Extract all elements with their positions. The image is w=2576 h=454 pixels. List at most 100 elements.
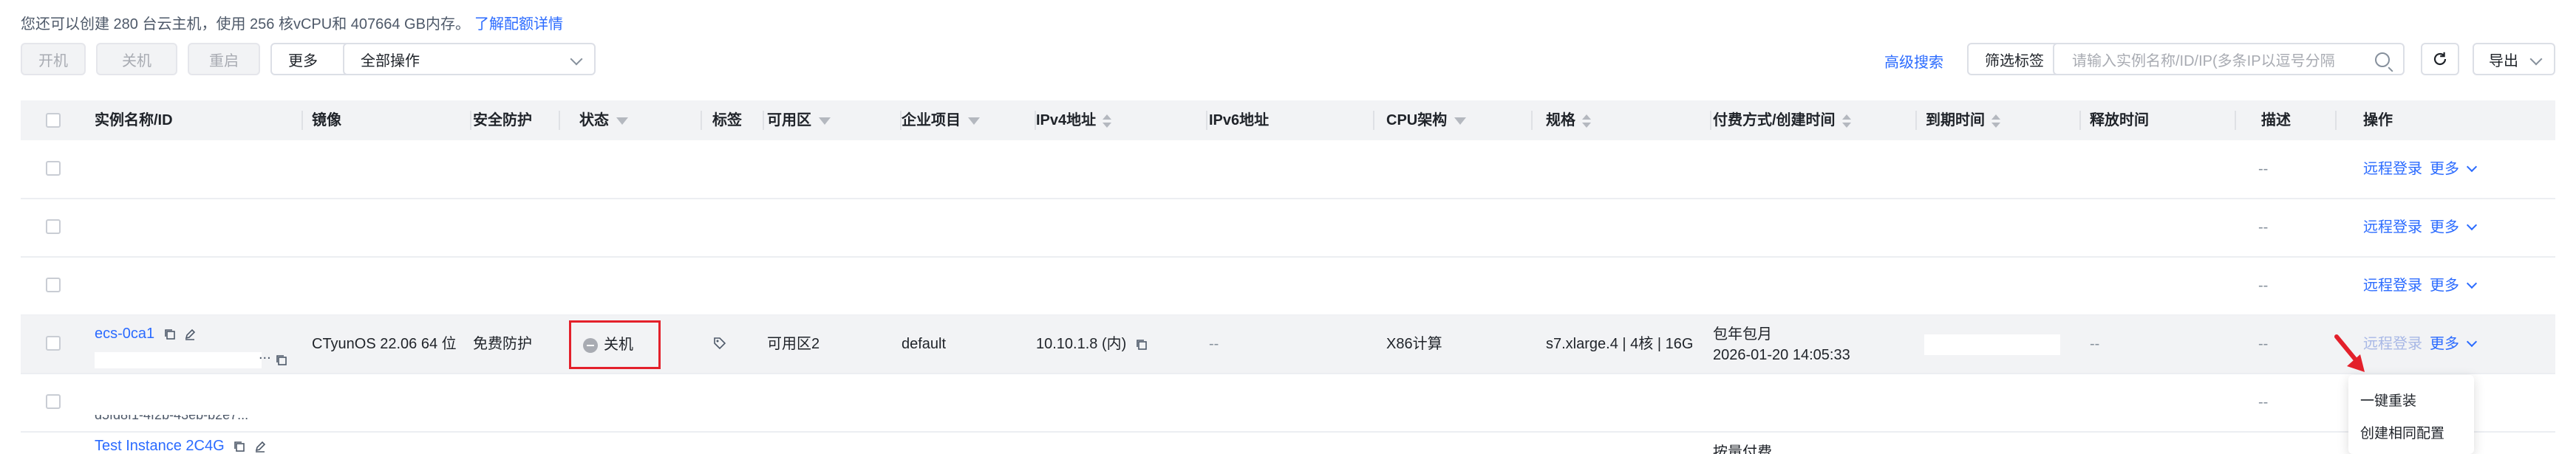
col-actions: 操作: [2363, 112, 2393, 128]
more-menu[interactable]: 更多: [2430, 140, 2478, 198]
col-zone[interactable]: 可用区: [767, 100, 831, 140]
instance-name-link[interactable]: ecs-0ca1: [95, 326, 154, 342]
menu-item-reinstall[interactable]: 一键重装: [2360, 390, 2416, 410]
remote-login-link[interactable]: 远程登录: [2363, 315, 2422, 373]
col-project[interactable]: 企业项目: [902, 100, 980, 140]
col-ipv4[interactable]: IPv4地址: [1036, 100, 1112, 140]
filter-icon[interactable]: [819, 117, 831, 125]
col-expiry[interactable]: 到期时间: [1926, 100, 2001, 140]
col-cpu-label: CPU架构: [1386, 112, 1448, 128]
col-status-label: 状态: [579, 112, 609, 128]
col-protection: 安全防护: [473, 112, 532, 128]
stop-button[interactable]: 关机: [96, 43, 177, 75]
row-desc: --: [2258, 219, 2269, 235]
more-menu[interactable]: 更多: [2430, 257, 2478, 314]
quota-info: 您还可以创建 280 台云主机，使用 256 核vCPU和 407664 GB内…: [21, 12, 563, 33]
row-checkbox[interactable]: [46, 278, 61, 292]
select-all-checkbox[interactable]: [46, 113, 61, 128]
tag-icon[interactable]: [712, 336, 727, 351]
search-input[interactable]: 请输入实例名称/ID/IP(多条IP以逗号分隔: [2053, 43, 2405, 75]
chevron-down-icon: [2529, 52, 2543, 66]
search-icon[interactable]: [2375, 52, 2390, 67]
release-cell: --: [2090, 336, 2100, 352]
quota-details-link[interactable]: 了解配额详情: [474, 16, 563, 32]
sort-icon[interactable]: [1991, 114, 2001, 128]
edit-icon[interactable]: [183, 328, 197, 341]
sort-icon[interactable]: [1841, 114, 1852, 128]
table-row[interactable]: -- 远程登录 更多: [21, 140, 2555, 199]
sort-icon[interactable]: [1581, 114, 1592, 128]
copy-ip-icon[interactable]: [1135, 338, 1148, 351]
all-operations-select[interactable]: 全部操作: [343, 43, 596, 75]
remote-login-link[interactable]: 远程登录: [2363, 257, 2422, 314]
sort-icon[interactable]: [1102, 114, 1112, 128]
table-row-partial[interactable]: Test Instance 2C4G 按量付费: [21, 433, 2555, 454]
col-project-label: 企业项目: [902, 112, 961, 128]
billing-type: 按量付费: [1713, 444, 1772, 454]
col-divider: [1915, 111, 1917, 130]
col-desc: 描述: [2261, 112, 2291, 128]
more-label: 更多: [2430, 278, 2459, 294]
col-divider: [2079, 111, 2081, 130]
table-row[interactable]: -- 远程登录 更多: [21, 199, 2555, 258]
more-menu[interactable]: 更多: [2430, 315, 2478, 373]
billing-type: 包年包月: [1713, 326, 1772, 343]
col-divider: [2335, 111, 2337, 130]
instance-name-link[interactable]: Test Instance 2C4G: [95, 438, 267, 454]
filter-icon[interactable]: [1454, 117, 1467, 125]
refresh-button[interactable]: [2421, 43, 2459, 75]
col-ipv6: IPv6地址: [1209, 112, 1270, 128]
search-placeholder: 请输入实例名称/ID/IP(多条IP以逗号分隔: [2072, 52, 2335, 69]
row-checkbox[interactable]: [46, 394, 61, 409]
all-operations-label: 全部操作: [361, 52, 420, 69]
restart-button[interactable]: 重启: [188, 43, 260, 75]
copy-icon[interactable]: [163, 328, 177, 341]
partial-instance-id: d5fd8f1-4f2b-43eb-b2e7...: [95, 415, 248, 421]
row-checkbox[interactable]: [46, 219, 61, 234]
protection-cell: 免费防护: [473, 336, 532, 352]
redacted-id: [95, 352, 262, 368]
zone-cell: 可用区2: [767, 336, 820, 352]
table-row-selected[interactable]: ecs-0ca1 ... CTyunOS 22.06 64 位 免费防护 可用区…: [21, 315, 2555, 374]
copy-icon[interactable]: [233, 440, 246, 453]
more-menu[interactable]: 更多: [2430, 199, 2478, 256]
remote-login-link[interactable]: 远程登录: [2363, 199, 2422, 256]
filter-icon[interactable]: [968, 117, 980, 125]
table-row[interactable]: -- 远程登录 更多: [21, 257, 2555, 316]
stopped-icon: [583, 338, 598, 353]
col-instance: 实例名称/ID: [95, 112, 173, 128]
instance-id-ellipsis: ...: [259, 346, 271, 362]
chevron-down-icon: [2466, 336, 2478, 348]
export-label: 导出: [2489, 52, 2518, 69]
col-release: 释放时间: [2090, 112, 2149, 128]
more-label: 更多: [2430, 219, 2459, 235]
remote-login-link[interactable]: 远程登录: [2363, 140, 2422, 198]
col-divider: [1206, 111, 1207, 130]
row-checkbox[interactable]: [46, 336, 61, 351]
col-divider: [701, 111, 702, 130]
col-spec[interactable]: 规格: [1546, 100, 1592, 140]
menu-item-create-same[interactable]: 创建相同配置: [2360, 422, 2444, 442]
filter-tags-button[interactable]: 筛选标签: [1967, 43, 2062, 75]
col-cpu[interactable]: CPU架构: [1386, 100, 1467, 140]
col-zone-label: 可用区: [767, 112, 811, 128]
col-image: 镜像: [312, 112, 341, 128]
chevron-down-icon: [2466, 219, 2478, 231]
copy-id-icon[interactable]: [275, 354, 288, 367]
filter-icon[interactable]: [616, 117, 628, 125]
ipv4-cell: 10.10.1.8 (内): [1036, 315, 1148, 373]
quota-text: 您还可以创建 280 台云主机，使用 256 核vCPU和 407664 GB内…: [21, 16, 470, 32]
start-button[interactable]: 开机: [21, 43, 86, 75]
advanced-search-link[interactable]: 高级搜索: [1884, 50, 1943, 72]
row-checkbox[interactable]: [46, 161, 61, 176]
export-button[interactable]: 导出: [2473, 43, 2555, 75]
project-cell: default: [902, 336, 947, 352]
instance-name-cell: ecs-0ca1: [95, 324, 197, 343]
row-desc: --: [2258, 394, 2269, 410]
col-divider: [1373, 111, 1374, 130]
edit-icon[interactable]: [253, 440, 267, 453]
col-billing[interactable]: 付费方式/创建时间: [1713, 100, 1852, 140]
table-row[interactable]: d5fd8f1-4f2b-43eb-b2e7... --: [21, 374, 2555, 433]
cpu-cell: X86计算: [1386, 336, 1442, 352]
col-status[interactable]: 状态: [579, 100, 628, 140]
